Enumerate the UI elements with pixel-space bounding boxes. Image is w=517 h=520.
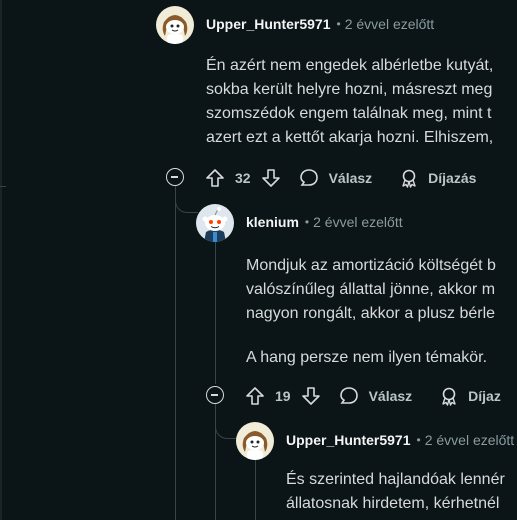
upvote-arrow-icon[interactable]	[245, 386, 265, 406]
comment-line: szomszédok engem találnak meg, mint t	[206, 105, 492, 122]
comment-line: sokba került helyre hozni, másreszt meg	[206, 81, 493, 98]
comment-body: Mondjuk az amortizáció költségét b valós…	[246, 254, 496, 370]
comment-meta: klenium • 2 évvel ezelőtt	[246, 214, 403, 230]
comment-body: És szerinted hajlandóak lennér állatosna…	[286, 468, 505, 516]
thread-line	[255, 458, 256, 520]
avatar[interactable]	[236, 422, 274, 460]
reply-button[interactable]: Válasz	[369, 388, 413, 404]
comment-line: Mondjuk az amortizáció költségét b	[246, 257, 496, 274]
timestamp[interactable]: 2 évvel ezelőtt	[345, 16, 435, 32]
comment-line: állatosnak hirdetem, kérhetnél	[286, 495, 500, 512]
username[interactable]: klenium	[246, 214, 299, 230]
timestamp[interactable]: 2 évvel ezelőtt	[425, 432, 515, 448]
avatar[interactable]	[196, 204, 234, 242]
comment-line: Én azért nem engedek albérletbe kutyát,	[206, 57, 494, 74]
upvote-arrow-icon[interactable]	[205, 168, 225, 188]
award-ribbon-icon[interactable]	[440, 386, 460, 406]
vote-count: 19	[275, 388, 291, 404]
speech-bubble-icon[interactable]	[299, 168, 319, 188]
collapse-thread-icon[interactable]	[206, 386, 224, 404]
comment-line: nagyon rongált, akkor a plusz bérle	[246, 305, 496, 322]
username[interactable]: Upper_Hunter5971	[206, 16, 331, 32]
timestamp[interactable]: 2 évvel ezelőtt	[313, 214, 403, 230]
comment-body: Én azért nem engedek albérletbe kutyát, …	[206, 54, 493, 150]
thread-connector	[175, 190, 198, 213]
award-ribbon-icon[interactable]	[400, 168, 420, 188]
separator-dot: •	[416, 433, 421, 447]
collapse-thread-icon[interactable]	[166, 168, 184, 186]
comment-line: És szerinted hajlandóak lennér	[286, 471, 505, 488]
downvote-arrow-icon[interactable]	[261, 168, 281, 188]
vote-count: 32	[235, 170, 251, 186]
thread-connector	[215, 404, 238, 439]
separator-dot: •	[336, 17, 341, 31]
username[interactable]: Upper_Hunter5971	[286, 432, 411, 448]
speech-bubble-icon[interactable]	[339, 386, 359, 406]
comment-line: valószínűleg állattal jönne, akkor m	[246, 281, 496, 298]
page-edge-tick	[0, 186, 6, 187]
reply-button[interactable]: Válasz	[329, 170, 373, 186]
thread-line	[175, 186, 176, 520]
downvote-arrow-icon[interactable]	[301, 386, 321, 406]
award-button[interactable]: Díjazás	[428, 170, 476, 186]
comment-meta: Upper_Hunter5971 • 2 évvel ezelőtt	[286, 432, 514, 448]
comment-line: azert ezt a kettőt akarja hozni. Elhisze…	[206, 129, 494, 146]
thread-line	[215, 240, 216, 384]
separator-dot: •	[304, 215, 310, 229]
comment-actions: 19 Válasz Díjaz	[245, 384, 501, 408]
award-button[interactable]: Díjaz	[468, 388, 501, 404]
avatar[interactable]	[156, 6, 194, 44]
comment-meta: Upper_Hunter5971 • 2 évvel ezelőtt	[206, 16, 434, 32]
page-edge-divider	[0, 0, 2, 520]
comment-actions: 32 Válasz Díjazás	[205, 166, 476, 190]
comment-line: A hang persze nem ilyen témakör.	[246, 349, 488, 366]
